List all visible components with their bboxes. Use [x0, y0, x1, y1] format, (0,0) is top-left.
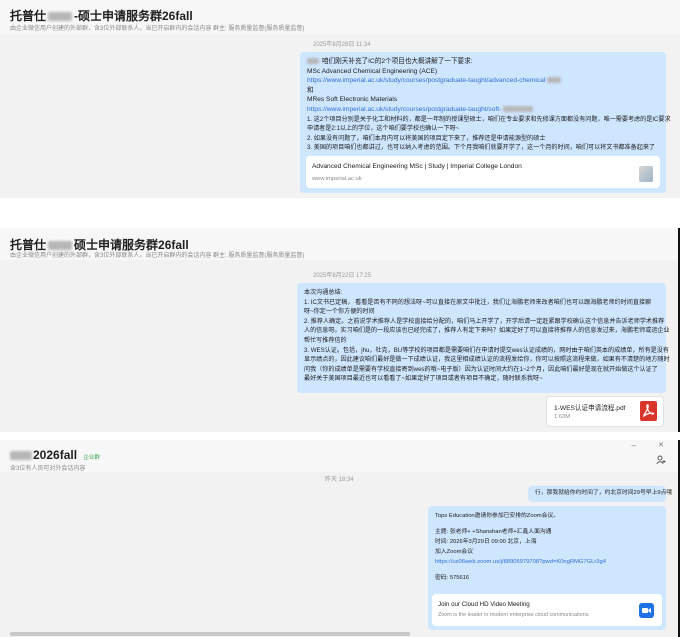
meeting-invite-bubble[interactable]: Tops Education邀请你参加已安排的Zoom会议。 主题: 张老师+ …: [428, 506, 666, 630]
message-line: 主题: 张老师+ +Shanshan老师+汇鑫人面沟通: [435, 529, 552, 535]
message-line: 显示绩点的，因此建议咱们最好是做一下成绩认证，我这里相成绩认证的流程发给你，你可…: [304, 356, 670, 364]
chat-panel-2: 托普仕 硕士申请服务群26fall 由企业微信用户创建的外部群，含3位外部联系人，…: [0, 228, 680, 432]
add-member-icon[interactable]: [656, 452, 666, 465]
message-line: MSc Advanced Chemical Engineering (ACE): [307, 67, 438, 75]
message-line: 和: [307, 86, 314, 94]
message-bubble[interactable]: 本次沟通总结: 1. IC文书已定稿， 看看是否有不同的想法呀~可以直接在原文中…: [297, 283, 670, 393]
link-preview-card[interactable]: Advanced Chemical Engineering MSc | Stud…: [306, 156, 660, 188]
file-size: 1.63M: [554, 414, 571, 420]
zoom-link[interactable]: https://us06web.zoom.us/j/88905979708?pw…: [435, 557, 659, 567]
redacted-name: [48, 12, 73, 22]
redacted-text: [503, 106, 534, 113]
chat-panel-3: 2026fall 企业群 含3位有人员可对外会话内容 – ✕ 昨天 18:34 …: [0, 440, 680, 637]
message-bubble[interactable]: 咱们刚天补充了IC的2个项目也大概讲解了一下要求: MSc Advanced C…: [300, 52, 671, 193]
zoom-logo-icon: [639, 603, 654, 618]
enterprise-group-badge: 企业群: [83, 455, 100, 461]
message-timestamp: 昨天 18:34: [325, 477, 354, 483]
chat-subtitle: 由企业微信用户创建的外部群，含3位外部联系人，当已开启群内的会话内容 群主: 服…: [10, 26, 305, 32]
file-name: 1-WES认证申请流程.pdf: [554, 405, 626, 412]
link-preview-title: Join our Cloud HD Video Meeting: [438, 601, 530, 608]
message-line: 最好关于美国项目最近也可以看看了~如果定好了项目或者有项目不确定，随时联系我呀~: [304, 375, 543, 383]
course-link[interactable]: https://www.imperial.ac.uk/study/courses…: [307, 76, 659, 86]
title-prefix: 托普仕: [10, 9, 47, 23]
message-line: 3. 美国的项目咱们也都讲过，也可以纳入考虑的范围。下个月我咱们就要开学了，这一…: [307, 144, 656, 152]
message-line: 2. 推荐人确定。之前说学术推荐人是学校直接给分配的，咱们马上开学了，开学后请一…: [304, 317, 665, 325]
message-line: 人的信息呀。实习咱们是的一段应该也已经完成了，推荐人有定下来吗？如果定好了可以直…: [304, 327, 670, 335]
minimize-button[interactable]: –: [632, 441, 636, 450]
link-preview-card[interactable]: Join our Cloud HD Video Meeting Zoom is …: [432, 594, 662, 626]
redacted-name: [307, 58, 319, 65]
chat-header: 托普仕 -硕士申请服务群26fall 由企业微信用户创建的外部群，含3位外部联系人…: [0, 0, 680, 34]
message-timestamp: 2025年8月22日 17:25: [313, 273, 372, 279]
message-line: 2. 如果没有问题了，咱们本月内可以将美国的项目定下来了，推荐还是申请能源型的硕…: [307, 134, 546, 142]
message-line: 问我（你的成绩单是需要有学校直接寄到wes的哦~电子版）因为认证时间大约在1~2…: [304, 365, 658, 373]
chat-header: 2026fall 企业群 含3位有人员可对外会话内容 – ✕: [0, 440, 680, 472]
message-line: 密码: 575616: [435, 575, 470, 581]
link-preview-thumbnail: [639, 166, 653, 182]
link-preview-url: www.imperial.ac.uk: [312, 176, 362, 182]
message-line: 行，那我就给你约时间了，约北京时间29号早上9点哦: [535, 490, 673, 496]
chat-subtitle: 含3位有人员可对外会话内容: [10, 466, 86, 472]
redacted-name: [48, 241, 73, 251]
message-line: 本次沟通总结:: [304, 289, 343, 296]
link-preview-desc: Zoom is the leader in modern enterprise …: [438, 612, 590, 618]
message-line: MRes Soft Electronic Materials: [307, 96, 398, 104]
message-timestamp: 2025年8月28日 11:34: [313, 42, 371, 48]
title-suffix: -硕士申请服务群26fall: [74, 9, 193, 23]
course-link[interactable]: https://www.imperial.ac.uk/study/courses…: [307, 105, 659, 115]
chat-title: 托普仕 -硕士申请服务群26fall: [10, 7, 193, 24]
close-button[interactable]: ✕: [658, 441, 664, 449]
message-line: 咱们刚天补充了IC的2个项目也大概讲解了一下要求:: [307, 57, 659, 67]
title-text: 2026fall: [33, 448, 78, 462]
message-bubble[interactable]: 行，那我就给你约时间了，约北京时间29号早上9点哦: [528, 486, 672, 502]
message-line: 加入Zoom会议: [435, 549, 474, 555]
file-attachment-card[interactable]: 1-WES认证申请流程.pdf 1.63M: [546, 396, 664, 427]
redacted-text: [547, 77, 562, 84]
message-line: 1. 这2个项目分别是关于化工和材料的，都是一年制的授课型硕士，咱们在专业要求和…: [307, 115, 671, 123]
pdf-icon: [640, 401, 657, 421]
message-line: 呀~你定一个你方便的时间: [304, 308, 375, 316]
message-line: 3. WES认证。包括，jhu，杜克，BU等学校的项目都是需要咱们在申请时提交w…: [304, 346, 669, 354]
chat-header: 托普仕 硕士申请服务群26fall 由企业微信用户创建的外部群，含3位外部联系人，…: [0, 228, 680, 260]
horizontal-scrollbar[interactable]: [10, 632, 410, 636]
message-line: 帮忙写推荐信的: [304, 336, 347, 344]
message-line: Tops Education邀请你参加已安排的Zoom会议。: [435, 513, 560, 519]
chat-subtitle: 由企业微信用户创建的外部群，含3位外部联系人，当已开启群内的会话内容 群主: 服…: [10, 253, 305, 259]
message-line: 1. IC文书已定稿， 看看是否有不同的想法呀~可以直接在原文中批注，我们让海鹏…: [304, 298, 652, 306]
message-line: 申请者是2:1以上的学位，这个咱们要学校也确认一下呀~: [307, 125, 460, 133]
message-line: 时间: 2026年3月29日 09:00 北京，上海: [435, 539, 537, 545]
redacted-name: [10, 451, 32, 461]
chat-panel-1: 托普仕 -硕士申请服务群26fall 由企业微信用户创建的外部群，含3位外部联系人…: [0, 0, 680, 198]
link-preview-title: Advanced Chemical Engineering MSc | Stud…: [312, 163, 522, 170]
chat-title: 2026fall 企业群: [10, 448, 100, 462]
